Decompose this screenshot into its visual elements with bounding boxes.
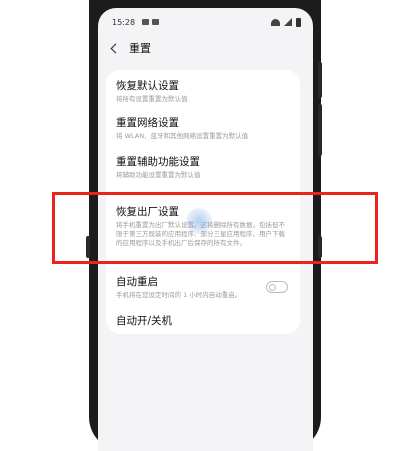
item-description: 将所有设置重置为默认值 — [116, 95, 188, 103]
toggle-knob — [269, 283, 276, 291]
power-button — [318, 104, 322, 156]
item-title: 重置辅助功能设置 — [116, 156, 200, 168]
battery-icon — [296, 17, 301, 27]
reset-accessibility-settings-item[interactable]: 重置辅助功能设置 将辅助功能设置重置为默认值 — [116, 156, 290, 180]
item-description: 将辅助功能设置重置为默认值 — [116, 171, 201, 179]
page-title: 重置 — [129, 42, 151, 55]
status-bar: 15:28 — [112, 16, 301, 28]
notification-icon — [142, 19, 150, 25]
item-title: 重置网络设置 — [116, 117, 179, 129]
header: 重置 — [110, 40, 151, 56]
item-title: 恢复默认设置 — [116, 80, 179, 92]
signal-icon — [284, 18, 292, 26]
status-indicators — [271, 17, 301, 27]
highlight-box — [52, 192, 378, 264]
auto-restart-item[interactable]: 自动重启 手机将在您设定时间的 1 小时内自动重启。 — [116, 276, 290, 300]
item-description: 将 WLAN、蓝牙和其他网络设置重置为默认值 — [116, 132, 249, 140]
volume-button — [318, 62, 322, 98]
back-arrow-icon[interactable] — [110, 43, 121, 53]
item-title: 自动重启 — [116, 276, 158, 288]
message-icon — [152, 19, 160, 25]
reset-default-settings-item[interactable]: 恢复默认设置 将所有设置重置为默认值 — [116, 80, 290, 104]
item-description: 手机将在您设定时间的 1 小时内自动重启。 — [116, 291, 242, 299]
auto-restart-toggle[interactable] — [266, 281, 288, 293]
status-time: 15:28 — [112, 17, 136, 27]
wifi-icon — [271, 18, 280, 26]
item-title: 自动开/关机 — [116, 315, 173, 327]
reset-network-settings-item[interactable]: 重置网络设置 将 WLAN、蓝牙和其他网络设置重置为默认值 — [116, 117, 290, 141]
auto-power-on-off-item[interactable]: 自动开/关机 — [116, 315, 290, 328]
